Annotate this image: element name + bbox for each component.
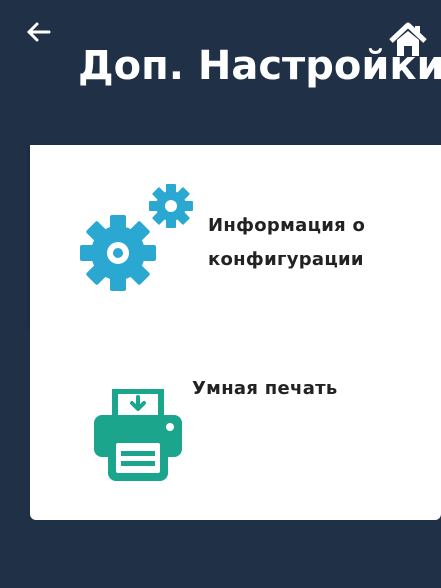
smart-print-label: Умная печать [192,378,338,399]
page-title: Доп. Настройки [78,43,441,89]
printer-icon [90,385,190,485]
config-info-label: Информация о конфигурации [208,215,366,270]
header-bar: Доп. Настройки [0,0,441,115]
home-icon [389,22,427,56]
smart-print-tile[interactable]: Умная печать [30,327,441,520]
gears-icon [78,181,196,293]
back-arrow-icon [27,22,51,42]
home-button[interactable] [388,20,428,60]
config-info-tile[interactable]: Информация о конфигурации [30,145,441,327]
back-button[interactable] [26,20,66,50]
